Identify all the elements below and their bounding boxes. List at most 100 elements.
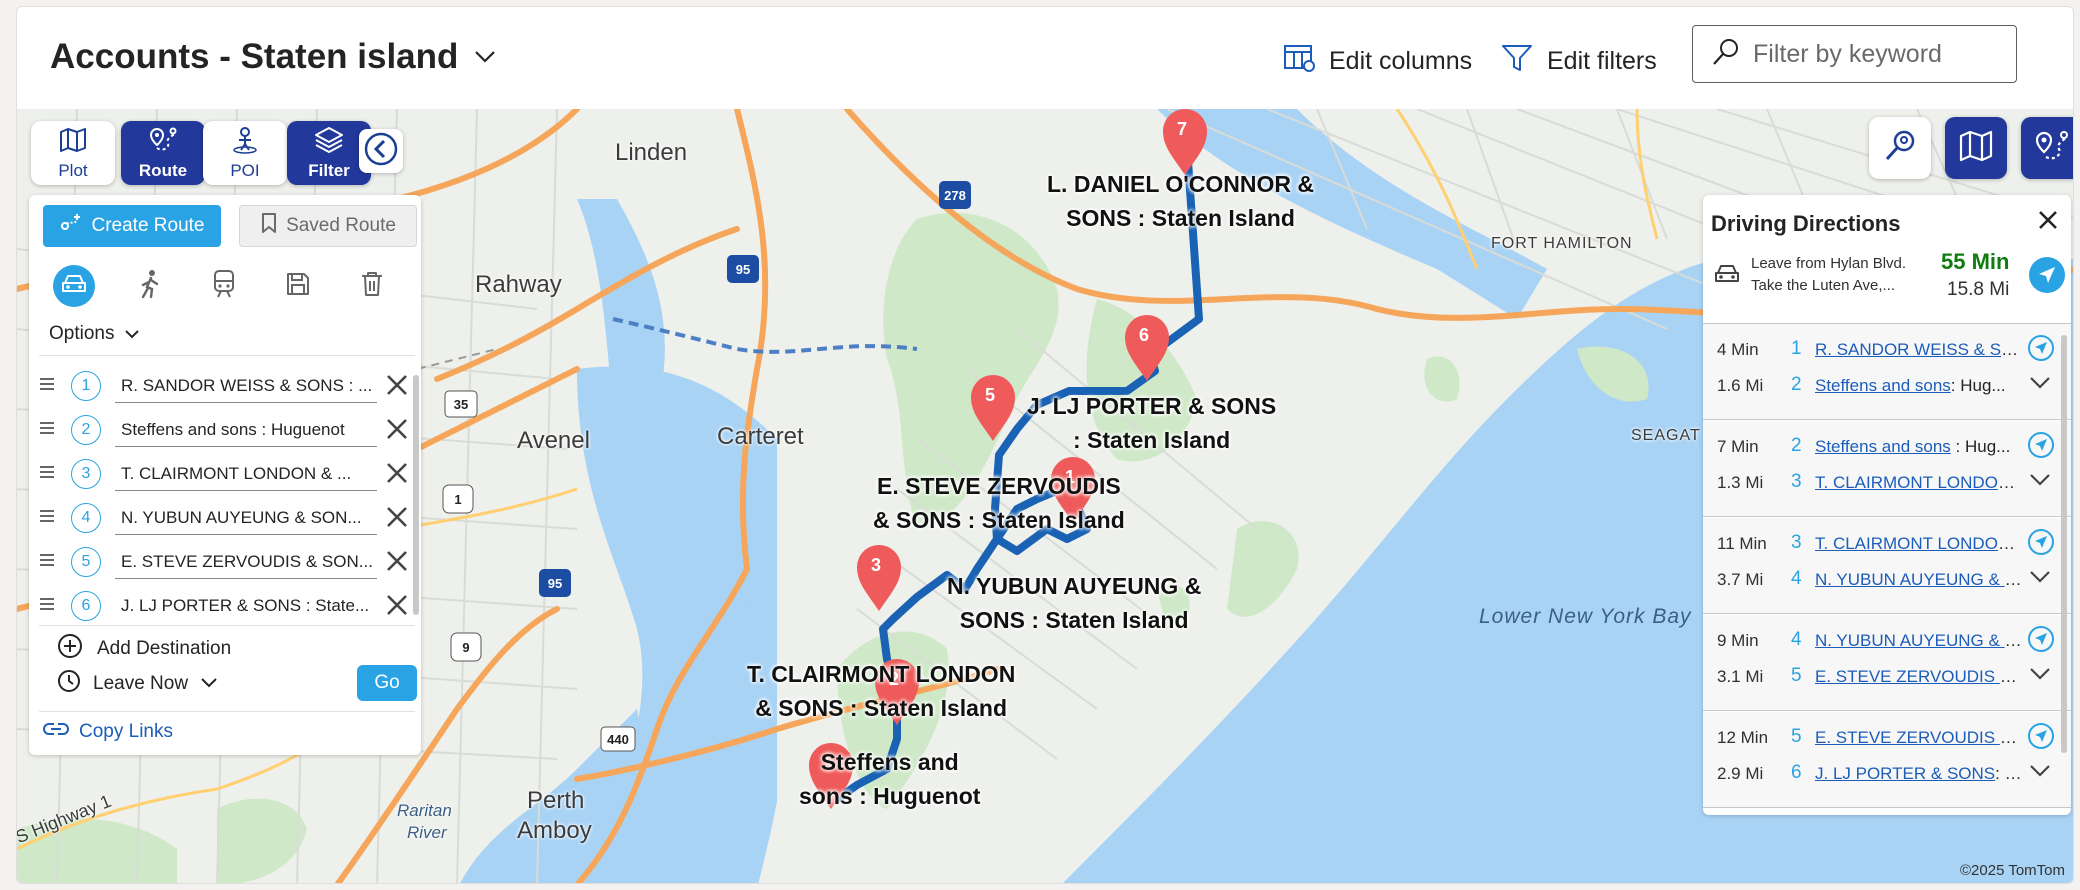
chevron-down-icon[interactable] [2029,570,2051,589]
walk-mode-button[interactable] [129,265,171,307]
filter-layer-label: Filter [308,160,350,180]
drag-handle-icon[interactable] [39,421,55,440]
leg-to-link[interactable]: T. CLAIRMONT LONDON & [1815,473,2023,492]
route-stop-2[interactable]: 2 Steffens and sons : Huguenot [29,407,421,452]
stops-scrollbar[interactable] [413,375,419,615]
chevron-down-icon[interactable] [474,50,496,64]
stop-name-field[interactable]: R. SANDOR WEISS & SONS : ... [115,371,377,403]
stop-name-field[interactable]: N. YUBUN AUYEUNG & SON... [115,503,377,535]
chevron-down-icon[interactable] [2029,473,2051,492]
route-view-button[interactable] [2021,117,2073,179]
leg-to: J. LJ PORTER & SONS: S... [1815,764,2023,784]
remove-stop-icon[interactable] [385,593,409,621]
leg-to-link[interactable]: Steffens and sons [1815,376,1951,395]
pin-number-3[interactable]: 3 [871,555,881,576]
leg-from: Steffens and sons : Hug... [1815,437,2023,457]
route-options-toggle[interactable]: Options [49,323,140,345]
poi-button[interactable]: POI [203,121,287,185]
create-route-button[interactable]: Create Route [43,205,221,247]
stop-name-field[interactable]: J. LJ PORTER & SONS : State... [115,591,377,621]
leg-to-link[interactable]: E. STEVE ZERVOUDIS & SO [1815,667,2023,686]
stop-number: 2 [71,415,101,445]
remove-stop-icon[interactable] [385,417,409,446]
route-button[interactable]: Route [121,121,205,185]
navigate-icon[interactable] [2027,528,2055,561]
close-icon[interactable] [2037,209,2059,236]
chevron-down-icon[interactable] [2029,764,2051,783]
save-route-button[interactable] [277,265,319,307]
plot-label: Plot [58,160,88,180]
direction-leg-1[interactable]: 4 Min 1.6 Mi 1 2 R. SANDOR WEISS & SONS … [1703,324,2071,420]
pin-label-4-line1: N. YUBUN AUYEUNG & [947,573,1202,599]
delete-route-button[interactable] [351,265,393,307]
transit-mode-button[interactable] [203,265,245,307]
leg-from-link[interactable]: T. CLAIRMONT LONDON & [1815,534,2023,553]
leg-to-link[interactable]: N. YUBUN AUYEUNG & SO [1815,570,2023,589]
remove-stop-icon[interactable] [385,549,409,578]
place-label-fort-hamilton: FORT HAMILTON [1491,235,1633,252]
navigate-icon[interactable] [2029,257,2065,293]
route-map-icon [2034,129,2070,168]
navigate-icon[interactable] [2027,625,2055,658]
edit-columns-button[interactable]: Edit columns [1283,43,1472,80]
bookmark-icon [260,212,278,240]
drag-handle-icon[interactable] [39,597,55,616]
add-destination-label: Add Destination [97,638,232,659]
route-stop-3[interactable]: 3 T. CLAIRMONT LONDON & ... [29,451,421,496]
route-stop-6[interactable]: 6 J. LJ PORTER & SONS : State... [29,583,421,621]
leave-time-dropdown[interactable]: Leave Now [57,669,218,699]
drag-handle-icon[interactable] [39,377,55,396]
leg-time: 12 Min [1717,728,1769,747]
search-location-button[interactable] [1869,117,1931,179]
remove-stop-icon[interactable] [385,461,409,490]
leg-to-link[interactable]: J. LJ PORTER & SONS [1815,764,1995,783]
add-destination-button[interactable]: Add Destination [57,633,231,665]
saved-route-button[interactable]: Saved Route [239,205,417,247]
navigate-icon[interactable] [2027,431,2055,464]
direction-leg-2[interactable]: 7 Min 1.3 Mi 2 3 Steffens and sons : Hug… [1703,421,2071,517]
drag-handle-icon[interactable] [39,509,55,528]
leg-from-link[interactable]: N. YUBUN AUYEUNG & SO [1815,631,2023,650]
remove-stop-icon[interactable] [385,505,409,534]
keyword-search-box[interactable] [1692,25,2017,83]
remove-stop-icon[interactable] [385,373,409,402]
pin-number-7[interactable]: 7 [1177,119,1187,140]
stop-name-field[interactable]: E. STEVE ZERVOUDIS & SON... [115,547,377,579]
direction-leg-3[interactable]: 11 Min 3.7 Mi 3 4 T. CLAIRMONT LONDON & … [1703,518,2071,614]
navigate-icon[interactable] [2027,334,2055,367]
stop-name-field[interactable]: T. CLAIRMONT LONDON & ... [115,459,377,491]
pin-number-5[interactable]: 5 [985,385,995,406]
route-panel: Create Route Saved Route Options 1 R. SA… [29,195,421,755]
leg-from-link[interactable]: Steffens and sons [1815,437,1951,456]
chevron-down-icon[interactable] [2029,667,2051,686]
leave-now-label: Leave Now [93,673,189,694]
drag-handle-icon[interactable] [39,553,55,572]
direction-leg-4[interactable]: 9 Min 3.1 Mi 4 5 N. YUBUN AUYEUNG & SO E… [1703,615,2071,711]
navigate-icon[interactable] [2027,722,2055,755]
directions-scrollbar[interactable] [2061,335,2067,753]
keyword-search-input[interactable] [1753,39,1993,69]
drive-mode-button[interactable] [53,265,95,307]
map-view-button[interactable] [1945,117,2007,179]
route-plus-icon [59,212,83,240]
chevron-down-icon[interactable] [2029,376,2051,395]
plot-button[interactable]: Plot [31,121,115,185]
drag-handle-icon[interactable] [39,465,55,484]
route-stop-4[interactable]: 4 N. YUBUN AUYEUNG & SON... [29,495,421,540]
direction-leg-5[interactable]: 12 Min 2.9 Mi 5 6 E. STEVE ZERVOUDIS & S… [1703,712,2071,808]
page-title[interactable]: Accounts - Staten island [50,37,496,77]
copy-links-button[interactable]: Copy Links [43,721,173,743]
edit-filters-button[interactable]: Edit filters [1501,43,1657,80]
pin-number-6[interactable]: 6 [1139,325,1149,346]
go-button[interactable]: Go [357,665,417,701]
collapse-panel-button[interactable] [359,129,403,173]
route-stop-1[interactable]: 1 R. SANDOR WEISS & SONS : ... [29,363,421,408]
route-stop-5[interactable]: 5 E. STEVE ZERVOUDIS & SON... [29,539,421,584]
driving-directions-panel: Driving Directions Leave from Hylan Blvd… [1703,195,2071,815]
edit-filters-label: Edit filters [1547,47,1657,75]
map-canvas[interactable]: 278 95 35 1 95 9 440 7 6 5 1 3 2 Linden … [17,109,2073,883]
leg-from-link[interactable]: E. STEVE ZERVOUDIS & SO [1815,728,2023,747]
leg-from-link[interactable]: R. SANDOR WEISS & SONS [1815,340,2023,359]
directions-title: Driving Directions [1711,211,1901,236]
stop-name-field[interactable]: Steffens and sons : Huguenot [115,415,377,447]
